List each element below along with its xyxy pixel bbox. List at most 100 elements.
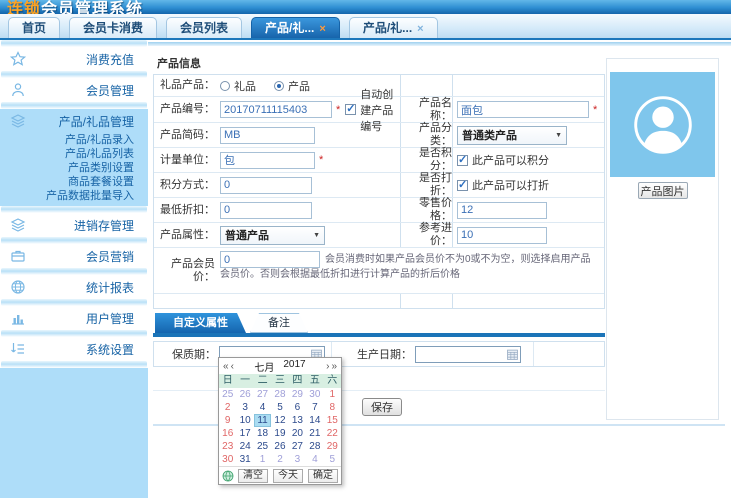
product-radio-label[interactable]: 产品 [288,78,310,94]
calendar-day-cell[interactable]: 30 [306,388,323,401]
required-mark: * [319,154,323,166]
calendar-day-cell[interactable]: 23 [219,440,236,453]
calendar-day-cell[interactable]: 30 [219,453,236,466]
auto-create-checkbox[interactable] [345,104,356,115]
calendar-year[interactable]: 2017 [283,359,305,374]
calendar-day-cell[interactable]: 14 [306,414,323,427]
sidebar-item[interactable]: 系统设置 [0,337,148,361]
calendar-day-cell[interactable]: 6 [289,401,306,414]
calendar-day-cell[interactable]: 29 [289,388,306,401]
calendar-day-cell[interactable]: 27 [254,388,271,401]
sidebar-subitem[interactable]: 产品/礼品列表 [0,147,148,161]
points-flag-text[interactable]: 此产品可以积分 [472,152,549,168]
calendar-day-cell[interactable]: 8 [324,401,341,414]
calendar-icon[interactable] [507,349,518,360]
calendar-day-cell[interactable]: 28 [306,440,323,453]
calendar-day-cell[interactable]: 12 [271,414,288,427]
calendar-month[interactable]: 七月 [254,359,274,374]
sidebar-divider [1,40,147,47]
calendar-day-cell[interactable]: 20 [289,427,306,440]
sidebar-subitem[interactable]: 产品/礼品录入 [0,133,148,147]
calendar-day-cell[interactable]: 10 [236,414,253,427]
calendar-day-cell[interactable]: 15 [324,414,341,427]
calendar-day-cell[interactable]: 29 [324,440,341,453]
sidebar-item[interactable]: 会员管理 [0,78,148,102]
points-method-input[interactable] [220,177,312,194]
calendar-day-cell[interactable]: 25 [254,440,271,453]
tab-close-icon[interactable]: × [319,23,325,35]
unit-input[interactable] [220,152,315,169]
discount-flag-checkbox[interactable] [457,180,468,191]
short-code-input[interactable] [220,127,315,144]
calendar-day-cell[interactable]: 4 [306,453,323,466]
prev-year-button[interactable]: « [222,361,230,372]
calendar-day-cell[interactable]: 1 [324,388,341,401]
sidebar-item[interactable]: 产品/礼品管理 [0,109,148,133]
discount-flag-text[interactable]: 此产品可以打折 [472,177,549,193]
product-name-input[interactable] [457,101,589,118]
tab-custom-properties[interactable]: 自定义属性 [155,313,246,333]
calendar-day-cell[interactable]: 28 [271,388,288,401]
tab-1[interactable]: 首页 [8,17,60,38]
gift-radio[interactable] [220,81,230,91]
sidebar-subitem[interactable]: 商品套餐设置 [0,175,148,189]
sidebar-item[interactable]: 会员营销 [0,244,148,268]
calendar-day-cell[interactable]: 2 [219,401,236,414]
calendar-day-cell[interactable]: 18 [254,427,271,440]
sidebar-subitem[interactable]: 产品数据批量导入 [0,189,148,206]
calendar-day-cell[interactable]: 26 [236,388,253,401]
tab-2[interactable]: 会员卡消费 [69,17,157,38]
sidebar-item[interactable]: 用户管理 [0,306,148,330]
calendar-day-cell[interactable]: 13 [289,414,306,427]
calendar-day-cell[interactable]: 5 [271,401,288,414]
tab-3[interactable]: 会员列表 [166,17,242,38]
calendar-clear-button[interactable]: 清空 [238,469,268,483]
calendar-day-cell[interactable]: 25 [219,388,236,401]
sidebar-item[interactable]: 消费充值 [0,47,148,71]
calendar-day-cell[interactable]: 17 [236,427,253,440]
points-flag-checkbox[interactable] [457,155,468,166]
calendar-today-button[interactable]: 今天 [273,469,303,483]
next-year-button[interactable]: » [330,361,338,372]
save-button[interactable]: 保存 [362,398,402,416]
calendar-day-cell[interactable]: 31 [236,453,253,466]
calendar-day-cell[interactable]: 26 [271,440,288,453]
points-flag-label: 是否积分： [401,147,452,173]
calendar-day-cell[interactable]: 22 [324,427,341,440]
calendar-day-cell[interactable]: 24 [236,440,253,453]
min-discount-input[interactable] [220,202,312,219]
calendar-day-cell[interactable]: 2 [271,453,288,466]
gift-radio-label[interactable]: 礼品 [234,78,256,94]
calendar-ok-button[interactable]: 确定 [308,469,338,483]
attribute-select[interactable]: 普通产品 ▼ [220,226,325,245]
calendar-day-cell[interactable]: 4 [254,401,271,414]
calendar-day-cell[interactable]: 27 [289,440,306,453]
retail-price-input[interactable] [457,202,547,219]
calendar-day-cell[interactable]: 7 [306,401,323,414]
product-image-button[interactable]: 产品图片 [638,182,688,199]
calendar-day-cell[interactable]: 21 [306,427,323,440]
sidebar-item[interactable]: 统计报表 [0,275,148,299]
tab-close-icon[interactable]: × [417,23,423,35]
product-image-placeholder[interactable] [610,72,715,177]
tab-remarks[interactable]: 备注 [250,313,308,333]
sidebar-item[interactable]: 进销存管理 [0,213,148,237]
calendar-day-cell[interactable]: 19 [271,427,288,440]
product-radio[interactable] [274,81,284,91]
ref-price-input[interactable] [457,227,547,244]
calendar-day-cell[interactable]: 3 [289,453,306,466]
category-select[interactable]: 普通类产品 ▼ [457,126,567,145]
tab-4[interactable]: 产品/礼...× [251,17,340,38]
calendar-day-cell[interactable]: 1 [254,453,271,466]
tab-5[interactable]: 产品/礼...× [349,17,438,38]
calendar-day-cell[interactable]: 16 [219,427,236,440]
calendar-day-cell[interactable]: 11 [254,414,271,427]
sidebar-subitem[interactable]: 产品类别设置 [0,161,148,175]
member-price-input[interactable] [220,251,320,268]
production-date-input[interactable] [415,346,521,363]
form-row-unit: 计量单位： * 是否积分： 此产品可以积分 [154,148,604,173]
calendar-day-cell[interactable]: 9 [219,414,236,427]
product-no-input[interactable] [220,101,332,118]
calendar-day-cell[interactable]: 5 [324,453,341,466]
calendar-day-cell[interactable]: 3 [236,401,253,414]
